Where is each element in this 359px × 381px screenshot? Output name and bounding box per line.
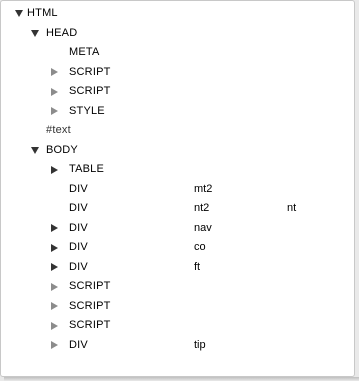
node-tag: BODY: [46, 143, 78, 156]
node-tag: SCRIPT: [69, 299, 111, 312]
tree-node-div[interactable]: DIV mt2: [1, 180, 354, 200]
node-id: tip: [194, 338, 206, 351]
triangle-right-icon[interactable]: [48, 82, 60, 102]
panel-shadow: [4, 377, 359, 381]
node-id: mt2: [194, 182, 213, 195]
node-id: nav: [194, 221, 212, 234]
node-tag: HTML: [27, 7, 58, 19]
tree-node-script[interactable]: SCRIPT: [1, 277, 354, 297]
tree-node-div[interactable]: DIV nav: [1, 219, 354, 239]
node-tag: DIV: [69, 221, 88, 234]
node-id: co: [194, 241, 206, 253]
node-tag: SCRIPT: [69, 280, 111, 292]
triangle-right-icon[interactable]: [48, 316, 60, 336]
node-tag: DIV: [69, 182, 88, 195]
node-id: nt2: [194, 202, 210, 214]
tree-node-div[interactable]: DIV nt2 nt: [1, 199, 354, 219]
triangle-right-icon[interactable]: [48, 277, 60, 297]
node-tag: SCRIPT: [69, 65, 111, 78]
node-tag: TABLE: [69, 163, 105, 175]
tree-node-html[interactable]: HTML: [1, 4, 354, 24]
node-tag: STYLE: [69, 104, 105, 117]
tree-node-style[interactable]: STYLE: [1, 102, 354, 122]
tree-node-div[interactable]: DIV ft: [1, 258, 354, 278]
triangle-right-icon[interactable]: [48, 63, 60, 83]
dom-tree-panel: HTML HEAD META SCRIPT SCRIPT STYLE #text…: [0, 0, 355, 377]
tree-node-script[interactable]: SCRIPT: [1, 316, 354, 336]
triangle-right-icon[interactable]: [48, 102, 60, 122]
node-tag: SCRIPT: [69, 319, 111, 331]
triangle-right-icon[interactable]: [48, 219, 60, 239]
node-tag: META: [69, 46, 100, 58]
tree-node-script[interactable]: SCRIPT: [1, 297, 354, 317]
tree-node-script[interactable]: SCRIPT: [1, 63, 354, 83]
tree-node-div[interactable]: DIV tip: [1, 336, 354, 356]
tree-node-body[interactable]: BODY: [1, 141, 354, 161]
triangle-down-icon[interactable]: [13, 4, 25, 24]
tree-node-meta[interactable]: META: [1, 43, 354, 63]
triangle-right-icon[interactable]: [48, 238, 60, 258]
node-tag: SCRIPT: [69, 85, 111, 97]
tree-node-div[interactable]: DIV co: [1, 238, 354, 258]
tree-node-text[interactable]: #text: [1, 121, 354, 141]
triangle-down-icon[interactable]: [29, 24, 41, 44]
node-tag: DIV: [69, 202, 88, 214]
tree-node-head[interactable]: HEAD: [1, 24, 354, 44]
node-tag: DIV: [69, 260, 88, 273]
node-tag: DIV: [69, 241, 88, 253]
node-id: ft: [194, 260, 201, 273]
tree-node-table[interactable]: TABLE: [1, 160, 354, 180]
triangle-down-icon[interactable]: [29, 141, 41, 161]
tree-node-script[interactable]: SCRIPT: [1, 82, 354, 102]
triangle-right-icon[interactable]: [48, 297, 60, 317]
node-tag: DIV: [69, 338, 88, 351]
triangle-right-icon[interactable]: [48, 336, 60, 356]
node-tag: #text: [46, 124, 71, 136]
triangle-right-icon[interactable]: [48, 258, 60, 278]
node-tag: HEAD: [46, 26, 78, 39]
triangle-right-icon[interactable]: [48, 160, 60, 180]
node-class: nt: [287, 202, 297, 214]
